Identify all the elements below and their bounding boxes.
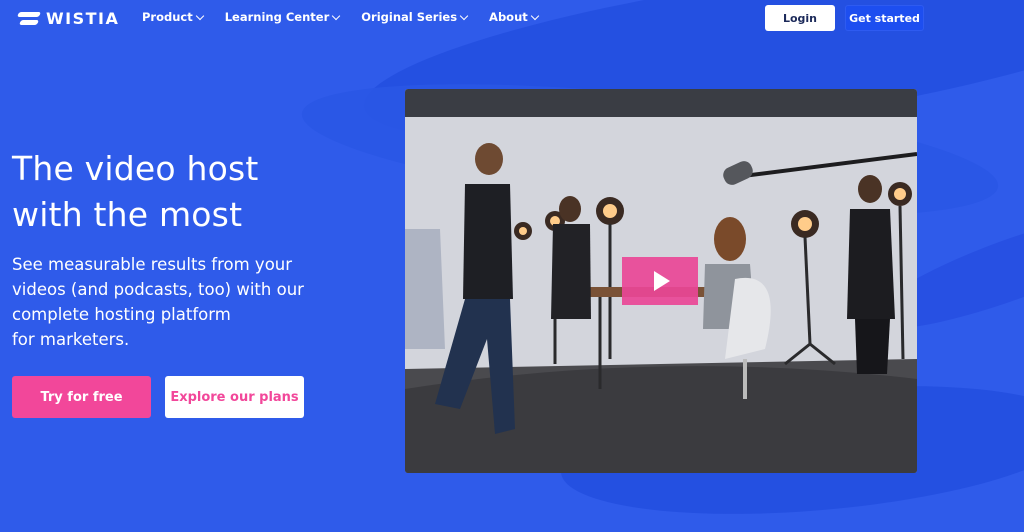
hero-headline: The video host with the most bbox=[12, 146, 372, 238]
get-started-button[interactable]: Get started bbox=[845, 5, 924, 31]
wistia-logo-icon bbox=[16, 11, 42, 26]
nav-menu: Product Learning Center Original Series … bbox=[142, 10, 540, 24]
chevron-down-icon bbox=[332, 11, 341, 20]
try-for-free-button[interactable]: Try for free bbox=[12, 376, 151, 418]
play-icon bbox=[654, 271, 670, 291]
subtext-line: complete hosting platform bbox=[12, 305, 231, 324]
wistia-logo[interactable]: WISTIA bbox=[16, 9, 120, 28]
headline-line: The video host bbox=[12, 149, 259, 188]
nav-item-label: Original Series bbox=[361, 10, 458, 24]
logo-text: WISTIA bbox=[46, 9, 120, 28]
nav-item-about[interactable]: About bbox=[489, 10, 540, 24]
nav-item-original-series[interactable]: Original Series bbox=[361, 10, 469, 24]
headline-line: with the most bbox=[12, 195, 243, 234]
subtext-line: videos (and podcasts, too) with our bbox=[12, 280, 304, 299]
nav-item-learning-center[interactable]: Learning Center bbox=[224, 10, 341, 24]
explore-plans-button[interactable]: Explore our plans bbox=[165, 376, 304, 418]
hero-subtext: See measurable results from your videos … bbox=[12, 252, 342, 352]
chevron-down-icon bbox=[530, 11, 540, 20]
top-navigation: WISTIA Product Learning Center Original … bbox=[0, 0, 1024, 36]
nav-item-label: About bbox=[489, 10, 528, 24]
video-player[interactable] bbox=[405, 89, 917, 473]
play-button[interactable] bbox=[622, 257, 698, 305]
login-button[interactable]: Login bbox=[765, 5, 835, 31]
subtext-line: See measurable results from your bbox=[12, 255, 293, 274]
subtext-line: for marketers. bbox=[12, 330, 130, 349]
nav-item-label: Learning Center bbox=[224, 10, 330, 24]
chevron-down-icon bbox=[459, 11, 469, 20]
nav-item-label: Product bbox=[142, 10, 193, 24]
nav-item-product[interactable]: Product bbox=[142, 10, 204, 24]
chevron-down-icon bbox=[195, 11, 204, 20]
